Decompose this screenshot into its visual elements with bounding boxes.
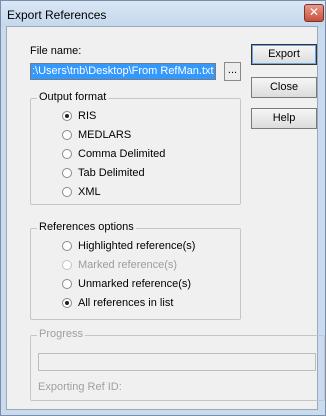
- radio-tab-delimited-indicator[interactable]: [62, 168, 72, 178]
- radio-unmarked-indicator[interactable]: [62, 279, 72, 289]
- radio-ris-label: RIS: [78, 110, 97, 122]
- progress-bar: [38, 353, 316, 371]
- export-button[interactable]: Export: [251, 44, 317, 65]
- radio-comma-delimited-indicator[interactable]: [62, 149, 72, 159]
- radio-all-indicator[interactable]: [62, 298, 72, 308]
- radio-comma-delimited-label: Comma Delimited: [78, 148, 166, 160]
- references-options-title: References options: [37, 221, 136, 233]
- radio-unmarked-label: Unmarked reference(s): [78, 278, 192, 290]
- browse-button[interactable]: ...: [224, 62, 241, 81]
- radio-medlars-label: MEDLARS: [78, 129, 132, 141]
- output-format-title: Output format: [37, 91, 109, 103]
- radio-xml-label: XML: [78, 186, 101, 198]
- radio-all-label: All references in list: [78, 297, 174, 309]
- radio-highlighted-indicator[interactable]: [62, 241, 72, 251]
- radio-highlighted-label: Highlighted reference(s): [78, 240, 196, 252]
- progress-title: Progress: [37, 328, 86, 340]
- radio-xml-indicator[interactable]: [62, 187, 72, 197]
- close-window-button[interactable]: ✕: [304, 4, 324, 22]
- file-name-label: File name:: [30, 45, 82, 57]
- close-button[interactable]: Close: [251, 77, 317, 98]
- title-bar[interactable]: Export References ✕: [1, 1, 325, 27]
- file-name-input[interactable]: :\Users\tnb\Desktop\From RefMan.txt: [30, 63, 216, 80]
- window-title: Export References: [7, 8, 107, 22]
- radio-marked-indicator: [62, 260, 72, 270]
- radio-ris-indicator[interactable]: [62, 111, 72, 121]
- radio-marked-label: Marked reference(s): [78, 259, 178, 271]
- radio-medlars-indicator[interactable]: [62, 130, 72, 140]
- help-button[interactable]: Help: [251, 108, 317, 129]
- exporting-ref-id-label: Exporting Ref ID:: [38, 381, 122, 393]
- radio-tab-delimited-label: Tab Delimited: [78, 167, 145, 179]
